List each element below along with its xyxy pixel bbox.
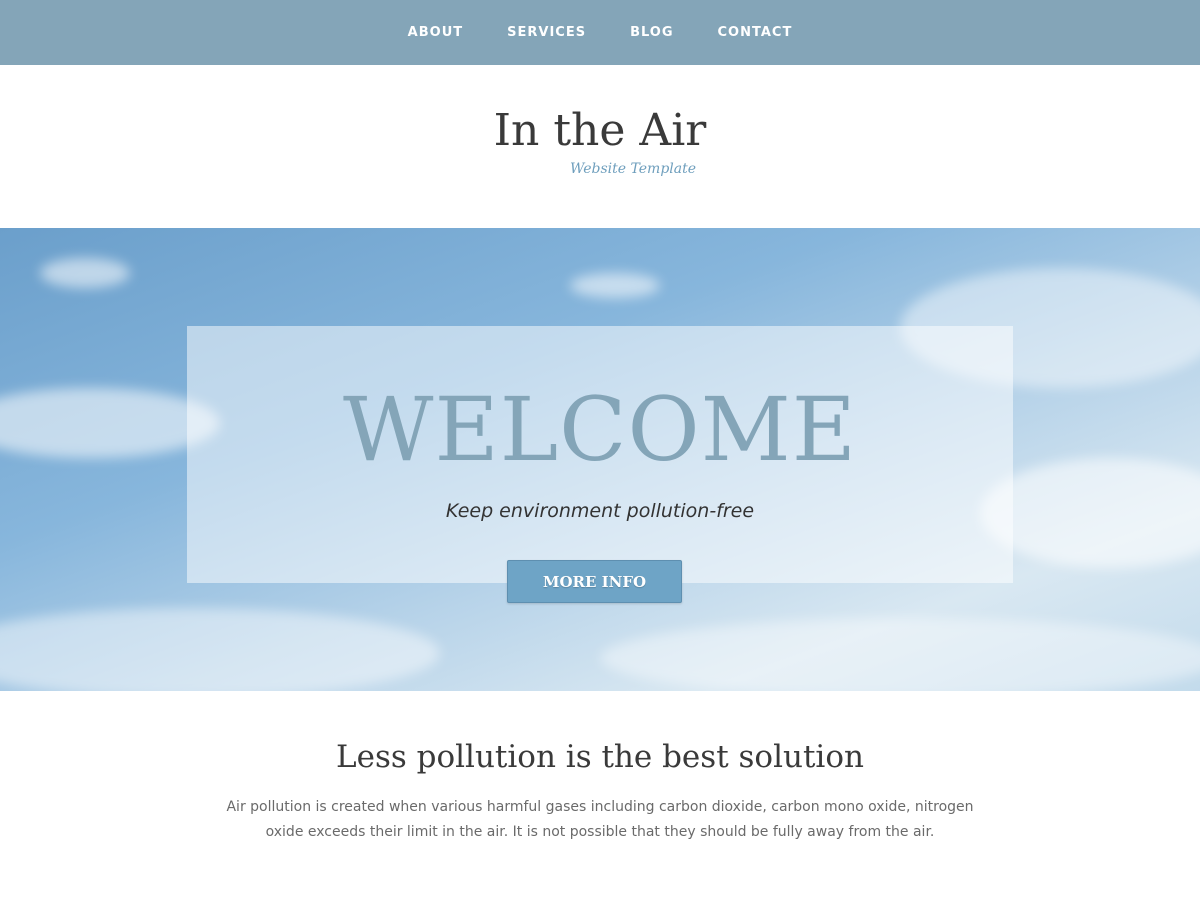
hero-subtitle: Keep environment pollution-free xyxy=(445,500,755,522)
site-tagline: Website Template xyxy=(570,161,697,177)
cloud-decoration xyxy=(600,618,1200,691)
nav-item-blog[interactable]: BLOG xyxy=(608,25,695,40)
hero-title: WELCOME xyxy=(343,378,857,481)
nav-item-services[interactable]: SERVICES xyxy=(485,25,608,40)
top-navigation: ABOUT SERVICES BLOG CONTACT xyxy=(0,0,1200,65)
section-heading: Less pollution is the best solution xyxy=(336,739,864,775)
intro-section: Less pollution is the best solution Air … xyxy=(0,691,1200,845)
cloud-decoration xyxy=(0,608,440,691)
nav-item-about[interactable]: ABOUT xyxy=(386,25,485,40)
hero-banner: WELCOME Keep environment pollution-free … xyxy=(0,228,1200,691)
section-body: Air pollution is created when various ha… xyxy=(226,799,974,840)
nav-item-contact[interactable]: CONTACT xyxy=(696,25,815,40)
cloud-decoration xyxy=(40,258,130,288)
site-header: In the Air Website Template xyxy=(0,65,1200,228)
cloud-decoration xyxy=(570,273,660,298)
site-title[interactable]: In the Air xyxy=(0,109,1200,153)
more-info-button[interactable]: MORE INFO xyxy=(507,560,682,603)
